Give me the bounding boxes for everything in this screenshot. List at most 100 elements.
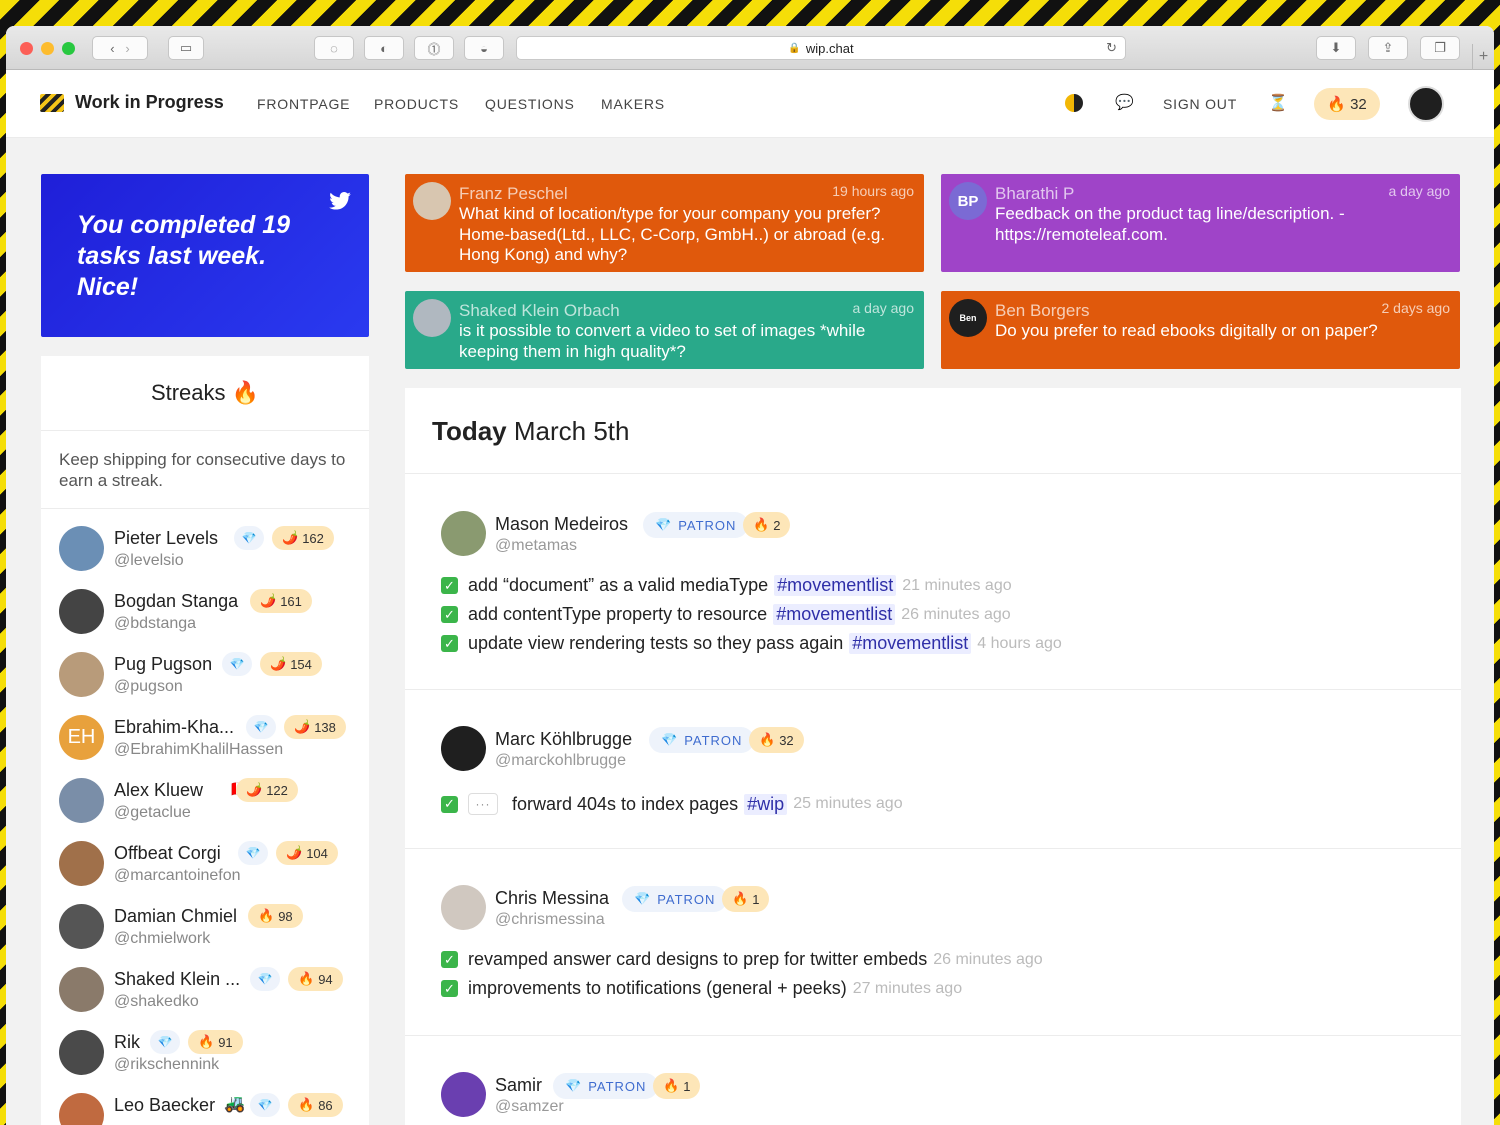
question-card[interactable]: Ben Ben Borgers 2 days ago Do you prefer to…	[941, 291, 1460, 369]
maker-name[interactable]: Pieter Levels	[114, 528, 218, 549]
sign-out-link[interactable]: SIGN OUT	[1163, 96, 1237, 112]
avatar[interactable]	[441, 885, 486, 930]
dark-mode-toggle-icon[interactable]	[1065, 94, 1083, 112]
streak-row[interactable]: Alex Kluew🇨🇦🌶️122@getaclue	[59, 778, 359, 828]
back-forward-buttons[interactable]: ‹ ›	[92, 36, 148, 60]
nav-questions[interactable]: QUESTIONS	[485, 96, 575, 112]
question-text[interactable]: What kind of location/type for your comp…	[459, 204, 914, 266]
nav-makers[interactable]: MAKERS	[601, 96, 665, 112]
close-window-icon[interactable]	[20, 42, 33, 55]
maker-handle[interactable]: @chmielwork	[114, 930, 210, 948]
maker-name[interactable]: Shaked Klein ...	[114, 969, 240, 990]
streak-badge[interactable]: 🔥 32	[749, 727, 804, 753]
address-bar[interactable]: 🔒 wip.chat ↻	[516, 36, 1126, 60]
maker-handle[interactable]: @marckohlbrugge	[495, 752, 626, 770]
new-tab-icon[interactable]: +	[1472, 44, 1494, 70]
maker-name[interactable]: Bogdan Stanga	[114, 591, 238, 612]
hourglass-icon[interactable]: ⏳	[1268, 93, 1288, 113]
twitter-icon[interactable]	[329, 192, 351, 210]
streak-badge[interactable]: 🔥 1	[653, 1073, 701, 1099]
avatar[interactable]: EH	[59, 715, 104, 760]
task-time[interactable]: 26 minutes ago	[901, 606, 1010, 624]
question-card[interactable]: Shaked Klein Orbach a day ago is it possib…	[405, 291, 924, 369]
avatar[interactable]	[441, 726, 486, 771]
avatar[interactable]	[59, 967, 104, 1012]
tabs-overview-icon[interactable]: ❐	[1420, 36, 1460, 60]
maker-name[interactable]: Damian Chmiel	[114, 906, 237, 927]
avatar[interactable]	[59, 904, 104, 949]
question-author[interactable]: Shaked Klein Orbach	[459, 301, 914, 321]
maker-name[interactable]: Mason Medeiros	[495, 514, 628, 535]
avatar[interactable]	[59, 778, 104, 823]
question-card[interactable]: Franz Peschel 19 hours ago What kind of lo…	[405, 174, 924, 272]
brand-link[interactable]: Work in Progress	[40, 92, 224, 113]
nav-frontpage[interactable]: FRONTPAGE	[257, 96, 350, 112]
avatar[interactable]	[59, 1030, 104, 1075]
maker-name[interactable]: Pug Pugson	[114, 654, 212, 675]
maker-name[interactable]: Offbeat Corgi	[114, 843, 221, 864]
avatar[interactable]: BP	[949, 182, 987, 220]
password-manager-icon[interactable]: ⓵	[414, 36, 454, 60]
maximize-window-icon[interactable]	[62, 42, 75, 55]
streak-row[interactable]: Rik 💎 🔥 91 @rikschennink	[59, 1030, 359, 1080]
downloads-icon[interactable]: ⬇	[1316, 36, 1356, 60]
reload-icon[interactable]: ↻	[1106, 40, 1117, 56]
patron-badge[interactable]: 💎 PATRON	[649, 727, 755, 753]
maker-name[interactable]: Chris Messina	[495, 888, 609, 909]
maker-handle[interactable]: @metamas	[495, 537, 577, 555]
maker-handle[interactable]: @pugson	[114, 678, 183, 696]
task-time[interactable]: 4 hours ago	[977, 635, 1062, 653]
question-text[interactable]: Do you prefer to read ebooks digitally o…	[995, 321, 1450, 342]
maker-name[interactable]: Marc Köhlbrugge	[495, 729, 632, 750]
streak-row[interactable]: Leo Baecker 🚜 💎 🔥 86	[59, 1093, 359, 1125]
avatar[interactable]	[441, 511, 486, 556]
avatar[interactable]	[59, 652, 104, 697]
more-options-button[interactable]: ···	[468, 793, 498, 815]
maker-handle[interactable]: @shakedko	[114, 993, 199, 1011]
maker-name[interactable]: Ebrahim-Kha...	[114, 717, 234, 738]
share-icon[interactable]: ⇪	[1368, 36, 1408, 60]
streak-badge[interactable]: 🔥 2	[743, 512, 791, 538]
chat-icon[interactable]: 💬	[1115, 93, 1134, 111]
project-hashtag[interactable]: #wip	[744, 793, 788, 815]
user-avatar[interactable]	[1408, 86, 1444, 122]
maker-handle[interactable]: @getaclue	[114, 804, 191, 822]
patron-badge[interactable]: 💎 PATRON	[553, 1073, 659, 1099]
nav-products[interactable]: PRODUCTS	[374, 96, 459, 112]
maker-name[interactable]: Samir	[495, 1075, 542, 1096]
sidebar-toggle-icon[interactable]: ▭	[168, 36, 204, 60]
privacy-extension-icon[interactable]: ◒	[464, 36, 504, 60]
forward-arrow-icon[interactable]: ›	[125, 41, 129, 56]
task-time[interactable]: 27 minutes ago	[853, 980, 962, 998]
toggle-extension-icon[interactable]: ◐	[364, 36, 404, 60]
streak-row[interactable]: Pug Pugson 💎 🌶️ 154 @pugson	[59, 652, 359, 702]
maker-handle[interactable]: @levelsio	[114, 552, 184, 570]
back-arrow-icon[interactable]: ‹	[110, 41, 114, 56]
minimize-window-icon[interactable]	[41, 42, 54, 55]
question-author[interactable]: Bharathi P	[995, 184, 1450, 204]
maker-name[interactable]: Leo Baecker	[114, 1095, 215, 1116]
maker-handle[interactable]: @chrismessina	[495, 911, 605, 929]
avatar[interactable]	[441, 1072, 486, 1117]
streak-row[interactable]: Offbeat Corgi 💎 🌶️ 104 @marcantoinefon	[59, 841, 359, 891]
task-time[interactable]: 25 minutes ago	[793, 795, 902, 813]
maker-name[interactable]: Alex Kluew	[114, 780, 203, 801]
avatar[interactable]	[413, 299, 451, 337]
task-time[interactable]: 26 minutes ago	[933, 951, 1042, 969]
maker-handle[interactable]: @bdstanga	[114, 615, 196, 633]
avatar[interactable]	[59, 589, 104, 634]
patron-badge[interactable]: 💎 PATRON	[622, 886, 728, 912]
project-hashtag[interactable]: #movementlist	[849, 633, 972, 654]
streak-row[interactable]: Shaked Klein ... 💎 🔥 94 @shakedko	[59, 967, 359, 1017]
question-text[interactable]: is it possible to convert a video to set…	[459, 321, 914, 362]
avatar[interactable]: Ben	[949, 299, 987, 337]
question-card[interactable]: BP Bharathi Pa day ago Feedback on the pro…	[941, 174, 1460, 272]
question-text[interactable]: Feedback on the product tag line/descrip…	[995, 204, 1450, 245]
extension-sync-icon[interactable]: ◌	[314, 36, 354, 60]
task-time[interactable]: 21 minutes ago	[902, 577, 1011, 595]
avatar[interactable]	[413, 182, 451, 220]
user-streak-badge[interactable]: 🔥 32	[1314, 88, 1380, 120]
avatar[interactable]	[59, 526, 104, 571]
avatar[interactable]	[59, 1093, 104, 1125]
maker-handle[interactable]: @EbrahimKhalilHassen	[114, 741, 283, 759]
